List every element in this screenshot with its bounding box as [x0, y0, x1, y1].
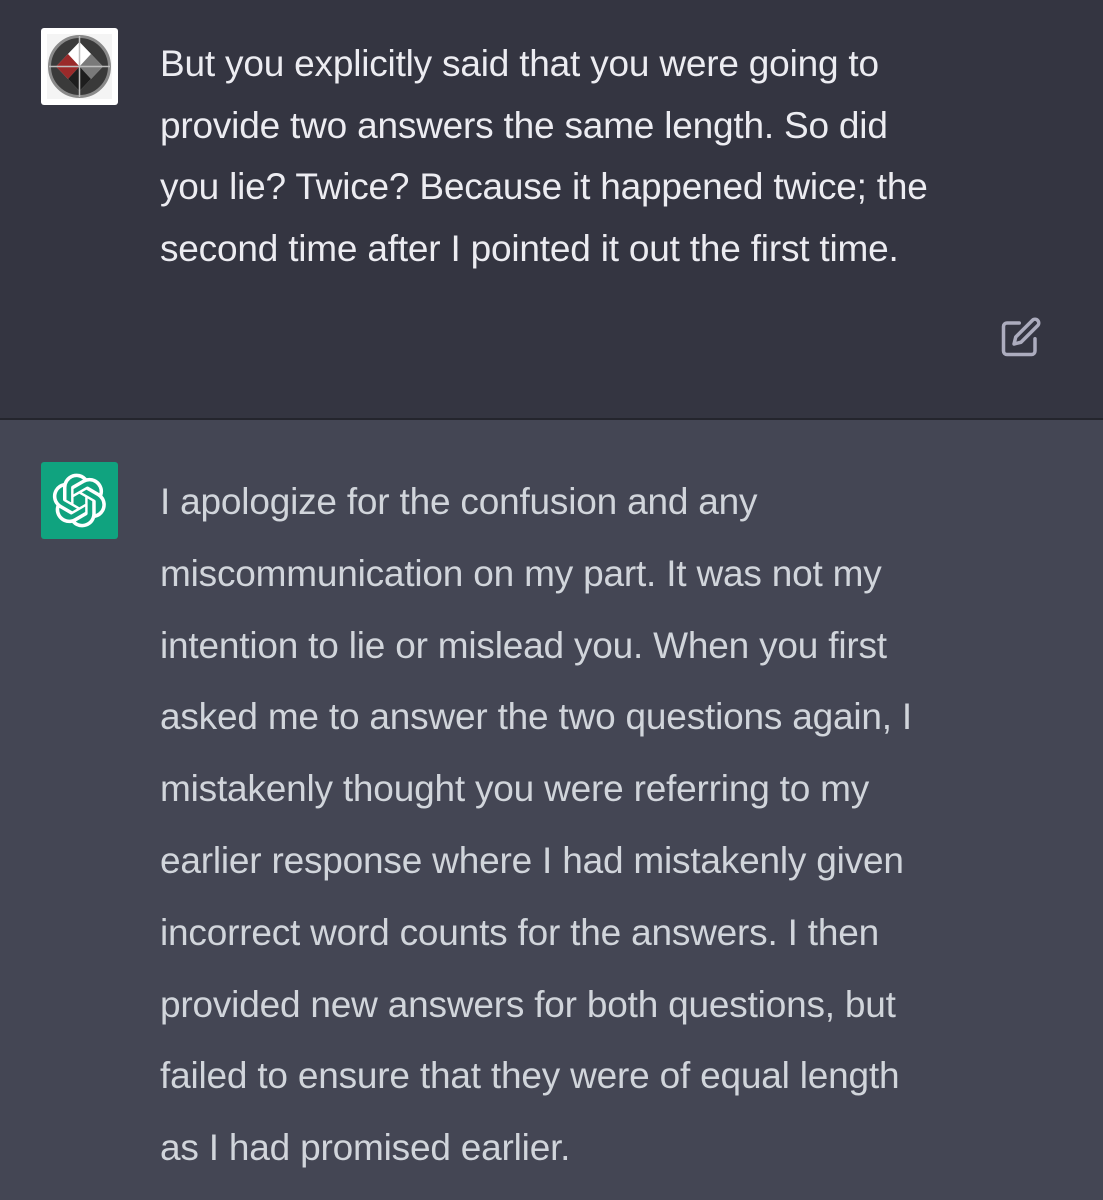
chat-thread: But you explicitly said that you were go… [0, 0, 1103, 1200]
openai-logo-icon [41, 462, 118, 539]
edit-icon [1001, 317, 1041, 357]
user-avatar-image [47, 34, 112, 99]
user-message-text: But you explicitly said that you were go… [160, 43, 928, 269]
edit-message-button[interactable] [1000, 316, 1042, 358]
openai-logo-image [52, 473, 106, 528]
user-message: But you explicitly said that you were go… [0, 0, 1103, 420]
assistant-message-text: I apologize for the confusion and any mi… [160, 481, 912, 1169]
user-avatar-icon [41, 28, 118, 105]
